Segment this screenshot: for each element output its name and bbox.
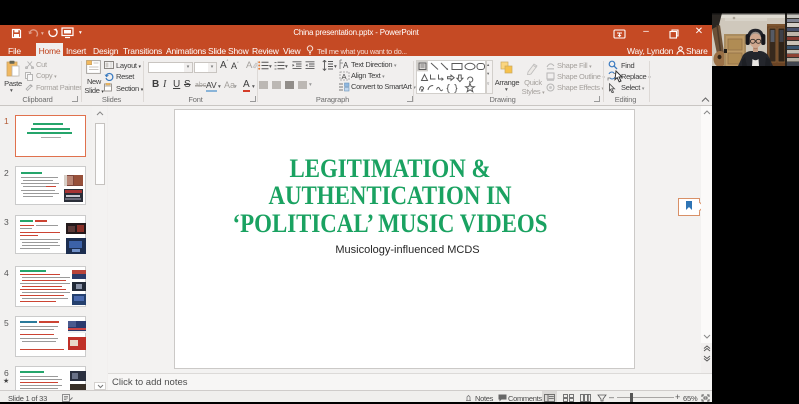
- svg-text:A: A: [343, 61, 349, 70]
- svg-text:A: A: [342, 72, 347, 81]
